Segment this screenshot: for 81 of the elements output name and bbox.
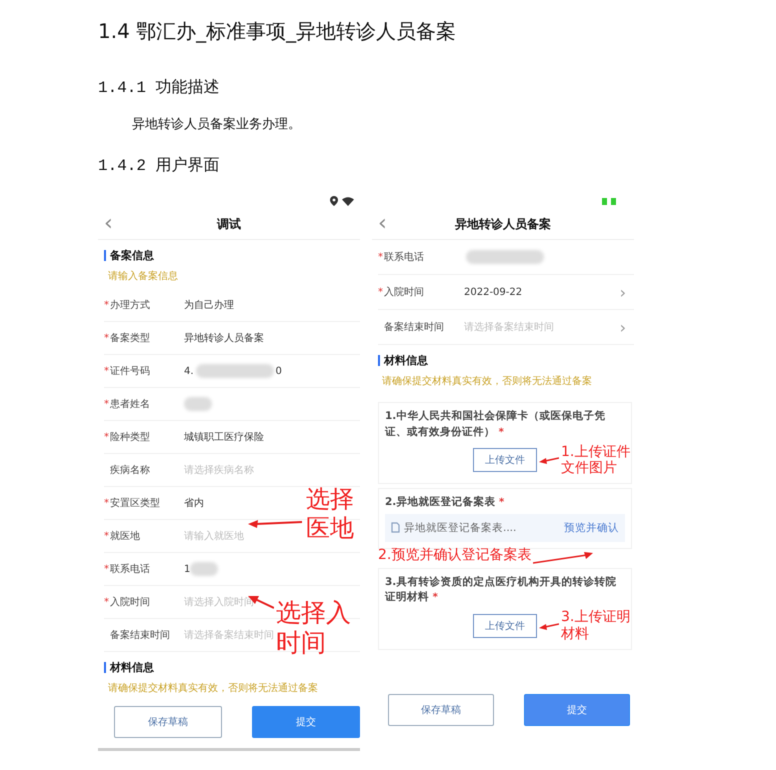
document-icon [391, 522, 400, 534]
required-mark: * [104, 596, 110, 608]
field-value: 2022-09-22 [464, 286, 522, 298]
wifi-icon [342, 196, 354, 206]
preview-link[interactable]: 预览并确认 [564, 520, 619, 535]
input-field[interactable]: 请选择备案结束时间 [184, 628, 274, 642]
field-value: 省内 [184, 496, 204, 510]
material-title: 3.具有转诊资质的定点医疗机构开具的转诊转院证明材料 * [385, 574, 618, 606]
screen-title: 异地转诊人员备案 [455, 216, 551, 232]
required-mark: * [104, 564, 110, 574]
required-mark: * [104, 432, 110, 442]
field-label: 备案类型 [110, 332, 151, 345]
required-mark: * [104, 498, 110, 508]
field-value: 0 [276, 366, 282, 376]
screen-title: 调试 [217, 216, 241, 232]
field-label: 备案结束时间 [110, 628, 171, 642]
required-mark: * [104, 530, 110, 542]
annotation-arrow [533, 552, 594, 564]
material-title: 2.异地就医登记备案表 * [385, 495, 506, 510]
field-label: 疾病名称 [110, 464, 151, 477]
form-hint: 请确保提交材料真实有效，否则将无法通过备案 [381, 374, 593, 389]
field-value: 异地转诊人员备案 [184, 332, 264, 345]
back-button[interactable]: ‹ [104, 213, 113, 235]
section-title: 备案信息 [110, 248, 154, 263]
chevron-icon: › [620, 282, 626, 302]
field-label: 联系电话 [384, 250, 425, 264]
field-label: 证件号码 [110, 365, 151, 378]
document-heading: 1.4 鄂汇办_标准事项_异地转诊人员备案 [98, 18, 458, 45]
file-name: 异地就医登记备案表.... [404, 520, 516, 535]
section-marker [104, 662, 106, 673]
annotation-arrow [248, 518, 302, 528]
field-label: 安置区类型 [110, 496, 161, 510]
field-value: 1 [184, 564, 190, 574]
field-value: 4. [184, 366, 194, 376]
location-pin-icon [330, 196, 338, 206]
upload-button[interactable]: 上传文件 [473, 614, 537, 638]
field-label: 患者姓名 [110, 398, 151, 411]
field-label: 入院时间 [384, 286, 425, 299]
section-heading: 1.4.2 用户界面 [98, 156, 221, 176]
section-marker [378, 355, 380, 366]
back-button[interactable]: ‹ [378, 213, 387, 235]
annotation-text: 3.上传证明 材料 [561, 609, 630, 643]
annotation-arrow [539, 622, 559, 630]
battery-icon [602, 198, 616, 204]
form-hint: 请确保提交材料真实有效，否则将无法通过备案 [107, 682, 319, 696]
required-mark: * [104, 398, 110, 410]
field-label: 就医地 [110, 530, 141, 543]
required-mark: * [378, 286, 384, 298]
section-heading: 1.4.1 功能描述 [98, 78, 221, 98]
input-field[interactable]: 请输入就医地 [184, 529, 244, 543]
field-label: 备案结束时间 [384, 320, 445, 334]
annotation-text: 选择入 时间 [276, 598, 351, 658]
section-title: 材料信息 [110, 660, 154, 675]
field-value: 为自己办理 [184, 298, 234, 312]
save-draft-button[interactable]: 保存草稿 [114, 706, 222, 738]
annotation-text: 2.预览并确认登记备案表 [378, 546, 532, 564]
file-row[interactable]: 异地就医登记备案表.... 预览并确认 [385, 514, 625, 542]
required-mark: * [104, 366, 110, 376]
annotation-text: 选择 医地 [306, 485, 354, 543]
upload-button[interactable]: 上传文件 [473, 448, 537, 472]
section-marker [104, 250, 106, 261]
input-field[interactable]: 请选择备案结束时间 [464, 320, 554, 334]
paragraph: 异地转诊人员备案业务办理。 [132, 116, 302, 133]
input-field[interactable]: 请选择疾病名称 [184, 463, 254, 477]
field-value: 城镇职工医疗保险 [184, 430, 264, 444]
required-mark: * [378, 252, 384, 262]
section-title: 材料信息 [384, 353, 428, 368]
chevron-icon: › [620, 318, 626, 336]
required-mark: * [104, 300, 110, 310]
annotation-arrow [539, 456, 559, 464]
required-mark: * [104, 332, 110, 344]
field-label: 办理方式 [110, 298, 151, 312]
annotation-text: 1.上传证件 文件图片 [561, 444, 630, 478]
submit-button[interactable]: 提交 [252, 706, 360, 738]
submit-button[interactable]: 提交 [524, 694, 630, 726]
material-title: 1.中华人民共和国社会保障卡（或医保电子凭证、或有效身份证件） * [385, 409, 606, 440]
field-label: 险种类型 [110, 430, 151, 444]
form-hint: 请输入备案信息 [107, 270, 179, 284]
field-label: 入院时间 [110, 596, 151, 609]
field-label: 联系电话 [110, 562, 151, 576]
save-draft-button[interactable]: 保存草稿 [388, 694, 494, 726]
